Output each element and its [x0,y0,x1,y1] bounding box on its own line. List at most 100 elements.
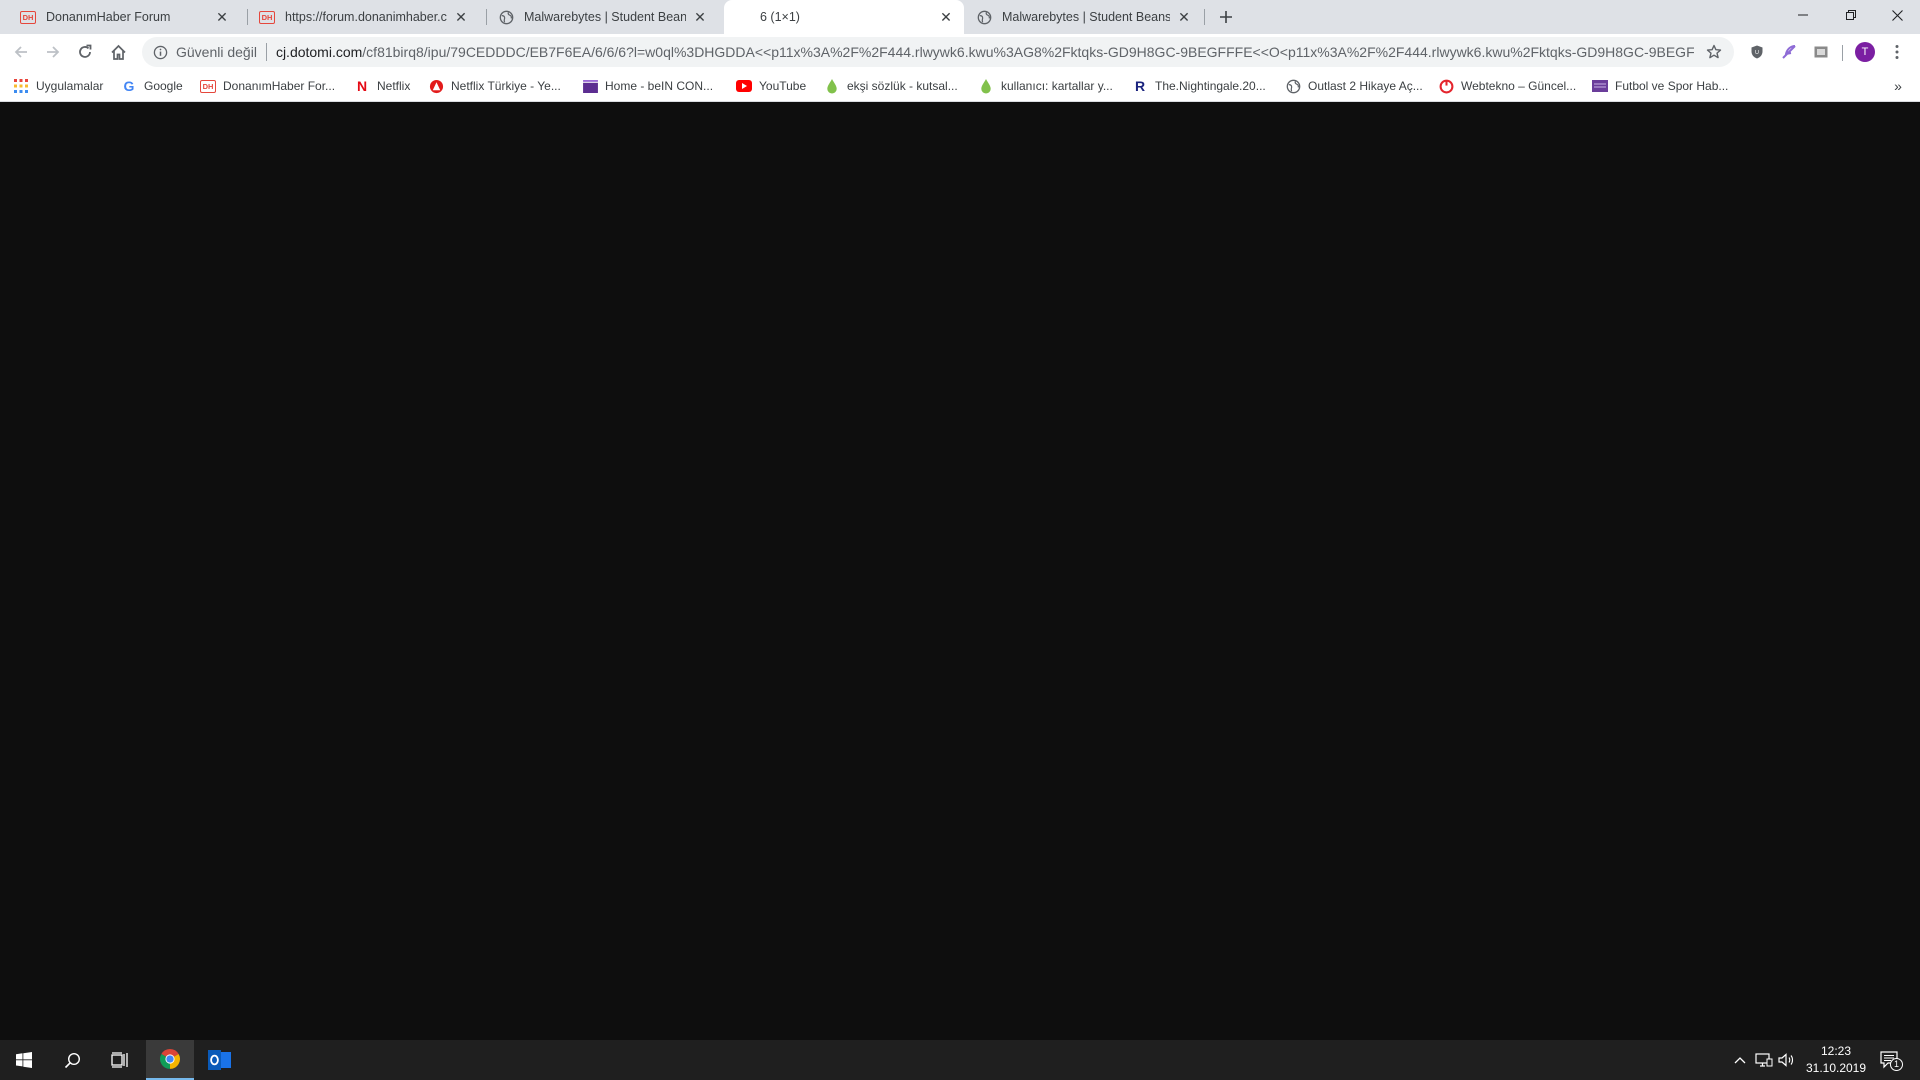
bookmark-apps[interactable]: Uygulamalar [13,76,103,96]
clock-date: 31.10.2019 [1805,1061,1867,1075]
browser-toolbar: Güvenli değil cj.dotomi.com/cf81birq8/ip… [0,34,1920,70]
globe-icon [1285,78,1301,94]
volume-icon[interactable] [1776,1050,1796,1070]
bookmark-kartallar[interactable]: kullanıcı: kartallar y... [978,76,1113,96]
eksi-icon [824,78,840,94]
bookmark-label: Home - beIN CON... [605,79,714,93]
bookmark-futbol-spor[interactable]: Futbol ve Spor Hab... [1592,76,1728,96]
minimize-icon [1798,14,1808,16]
action-center-button[interactable]: 1 [1878,1050,1903,1071]
url-text[interactable]: cj.dotomi.com/cf81birq8/ipu/79CEDDDC/EB7… [276,44,1694,60]
tab-strip: DH DonanımHaber Forum ✕ DH https://forum… [0,0,1920,34]
url-path: /cf81birq8/ipu/79CEDDDC/EB7F6EA/6/6/6?l=… [362,44,1694,60]
bookmark-bein[interactable]: Home - beIN CON... [582,76,713,96]
tab-title: https://forum.donanimhaber.com [285,10,447,24]
show-hidden-icons-chevron-icon[interactable] [1730,1050,1750,1070]
bookmark-outlast[interactable]: Outlast 2 Hikaye Aç... [1285,76,1423,96]
apps-grid-icon [13,78,29,94]
bookmark-google[interactable]: G Google [121,76,183,96]
tab-donanimhaber-forum[interactable]: DH DonanımHaber Forum ✕ [2,0,240,34]
outlook-icon [208,1050,231,1070]
bookmark-label: Netflix Türkiye - Ye... [451,79,561,93]
bookmark-eksi-sozluk[interactable]: ekşi sözlük - kutsal... [824,76,958,96]
shield-extension-icon[interactable]: U [1746,41,1768,63]
globe-icon [976,9,992,25]
tab-close-icon[interactable]: ✕ [214,9,230,25]
tab-active-image[interactable]: 6 (1×1) ✕ [724,0,964,34]
reload-button[interactable] [71,38,99,66]
bookmark-netflix[interactable]: N Netflix [354,76,410,96]
page-content-black-image [0,102,1920,1040]
search-button[interactable] [48,1040,96,1080]
new-tab-button[interactable] [1214,5,1238,29]
bookmarks-bar: Uygulamalar G Google DH DonanımHaber For… [0,70,1920,102]
reload-icon [79,44,92,58]
network-icon[interactable] [1754,1050,1774,1070]
tab-close-icon[interactable]: ✕ [692,9,708,25]
back-button[interactable] [7,38,35,66]
tab-separator [1204,9,1205,25]
windows-taskbar: 12:23 31.10.2019 1 [0,1040,1920,1080]
taskbar-chrome-button[interactable] [146,1040,194,1080]
bookmark-label: Uygulamalar [36,79,104,93]
tab-forum-donanimhaber[interactable]: DH https://forum.donanimhaber.com ✕ [241,0,479,34]
start-button[interactable] [0,1040,48,1080]
close-window-button[interactable] [1874,0,1920,30]
security-label[interactable]: Güvenli değil [176,44,257,60]
task-view-button[interactable] [96,1040,144,1080]
taskbar-outlook-button[interactable] [196,1040,244,1080]
url-host: cj.dotomi.com [275,44,363,60]
restore-icon [1846,10,1856,20]
clock-time: 12:23 [1820,1044,1852,1058]
tab-close-icon[interactable]: ✕ [453,9,469,25]
chrome-icon [160,1049,180,1069]
home-icon [110,44,126,60]
bookmark-label: YouTube [759,79,807,93]
youtube-icon [736,78,752,94]
notification-count-badge: 1 [1890,1058,1903,1071]
donanimhaber-icon: DH [20,9,36,25]
tab-malwarebytes-1[interactable]: Malwarebytes | Student Beans iD ✕ [480,0,718,34]
task-view-icon [111,1052,128,1068]
tab-close-icon[interactable]: ✕ [1176,9,1192,25]
netflix-icon: N [356,78,368,94]
donanimhaber-icon: DH [259,9,275,25]
tab-title: Malwarebytes | Student Beans iD [1002,10,1170,24]
bookmark-youtube[interactable]: YouTube [736,76,806,96]
bookmark-donanimhaber[interactable]: DH DonanımHaber For... [200,76,335,96]
bookmarks-overflow-chevron-icon[interactable]: » [1888,76,1908,96]
bookmark-label: kullanıcı: kartallar y... [1001,79,1113,93]
bookmark-label: DonanımHaber For... [223,79,336,93]
profile-avatar[interactable]: T [1855,42,1875,62]
bookmark-webtekno[interactable]: Webtekno – Güncel... [1438,76,1576,96]
address-bar[interactable]: Güvenli değil cj.dotomi.com/cf81birq8/ip… [142,37,1734,67]
globe-icon [498,9,514,25]
tab-title: Malwarebytes | Student Beans iD [524,10,686,24]
minimize-button[interactable] [1780,0,1826,30]
toolbar-separator [1842,45,1843,61]
tab-title: 6 (1×1) [760,10,800,24]
bookmark-label: Outlast 2 Hikaye Aç... [1308,79,1423,93]
google-icon: G [123,78,135,94]
webtekno-icon [1438,78,1454,94]
taskbar-clock[interactable]: 12:23 31.10.2019 [1796,1043,1876,1077]
back-arrow-icon [14,46,27,58]
screenshot-extension-icon[interactable] [1810,41,1832,63]
forward-button[interactable] [39,38,67,66]
tab-malwarebytes-2[interactable]: Malwarebytes | Student Beans iD ✕ [958,0,1202,34]
omnibox-divider [265,43,267,61]
feather-extension-icon[interactable] [1778,41,1800,63]
home-button[interactable] [104,38,132,66]
bookmark-nightingale[interactable]: R The.Nightingale.20... [1132,76,1266,96]
bein-icon [582,78,598,94]
bookmark-star-icon[interactable] [1704,42,1724,62]
windows-logo-icon [16,1052,32,1068]
bookmark-netflix-turkiye[interactable]: Netflix Türkiye - Ye... [428,76,561,96]
svg-text:U: U [1755,50,1759,56]
info-icon[interactable] [152,44,168,60]
restore-button[interactable] [1828,0,1874,30]
menu-kebab-icon[interactable] [1886,41,1908,63]
search-icon [64,1052,80,1068]
tab-close-icon[interactable]: ✕ [938,9,954,25]
sport-icon [1592,78,1608,94]
